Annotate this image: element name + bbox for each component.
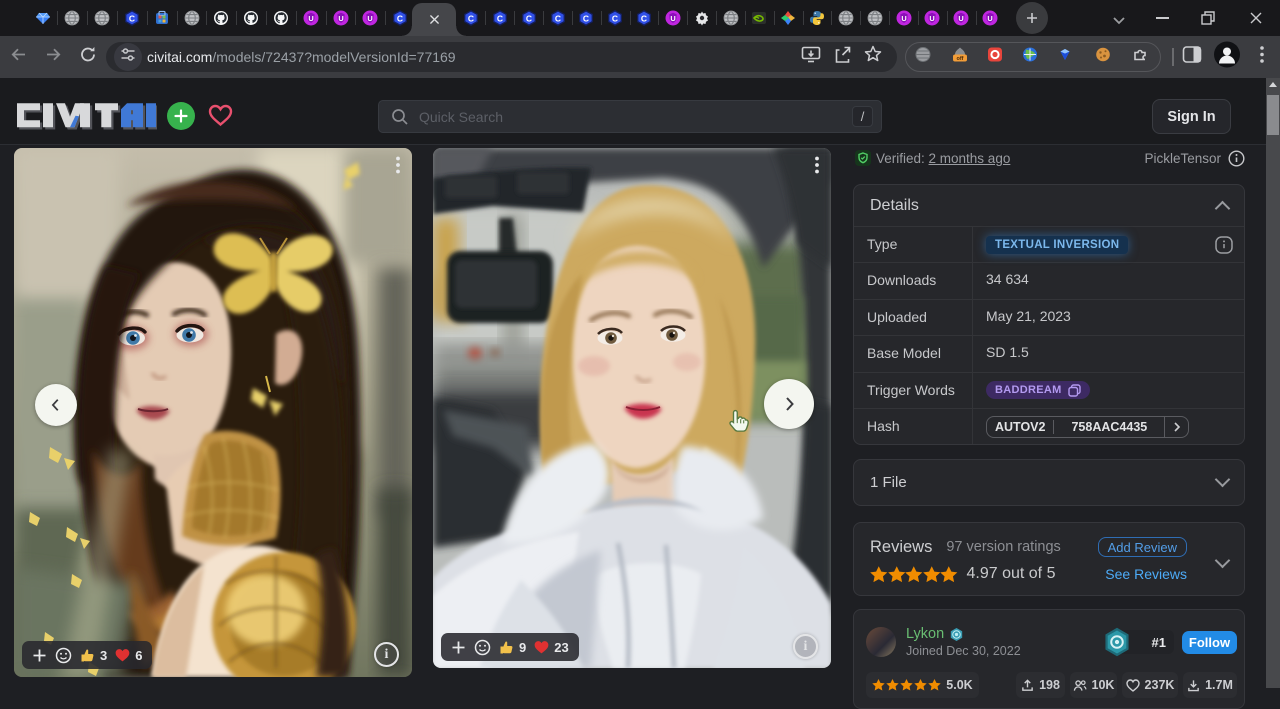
svg-text:C: C — [612, 13, 618, 23]
svg-text:C: C — [526, 13, 532, 23]
svg-text:C: C — [583, 13, 589, 23]
svg-text:U: U — [368, 14, 373, 23]
svg-text:U: U — [308, 14, 313, 23]
svg-text:off: off — [956, 56, 963, 62]
svg-text:C: C — [397, 13, 403, 23]
svg-text:C: C — [468, 13, 474, 23]
svg-text:C: C — [554, 13, 560, 23]
svg-text:U: U — [930, 14, 935, 23]
svg-text:U: U — [958, 14, 963, 23]
svg-text:C: C — [641, 13, 647, 23]
svg-text:U: U — [987, 14, 992, 23]
svg-text:U: U — [901, 14, 906, 23]
svg-text:C: C — [129, 13, 135, 23]
svg-text:U: U — [670, 14, 675, 23]
svg-text:C: C — [497, 13, 503, 23]
svg-text:U: U — [338, 14, 343, 23]
